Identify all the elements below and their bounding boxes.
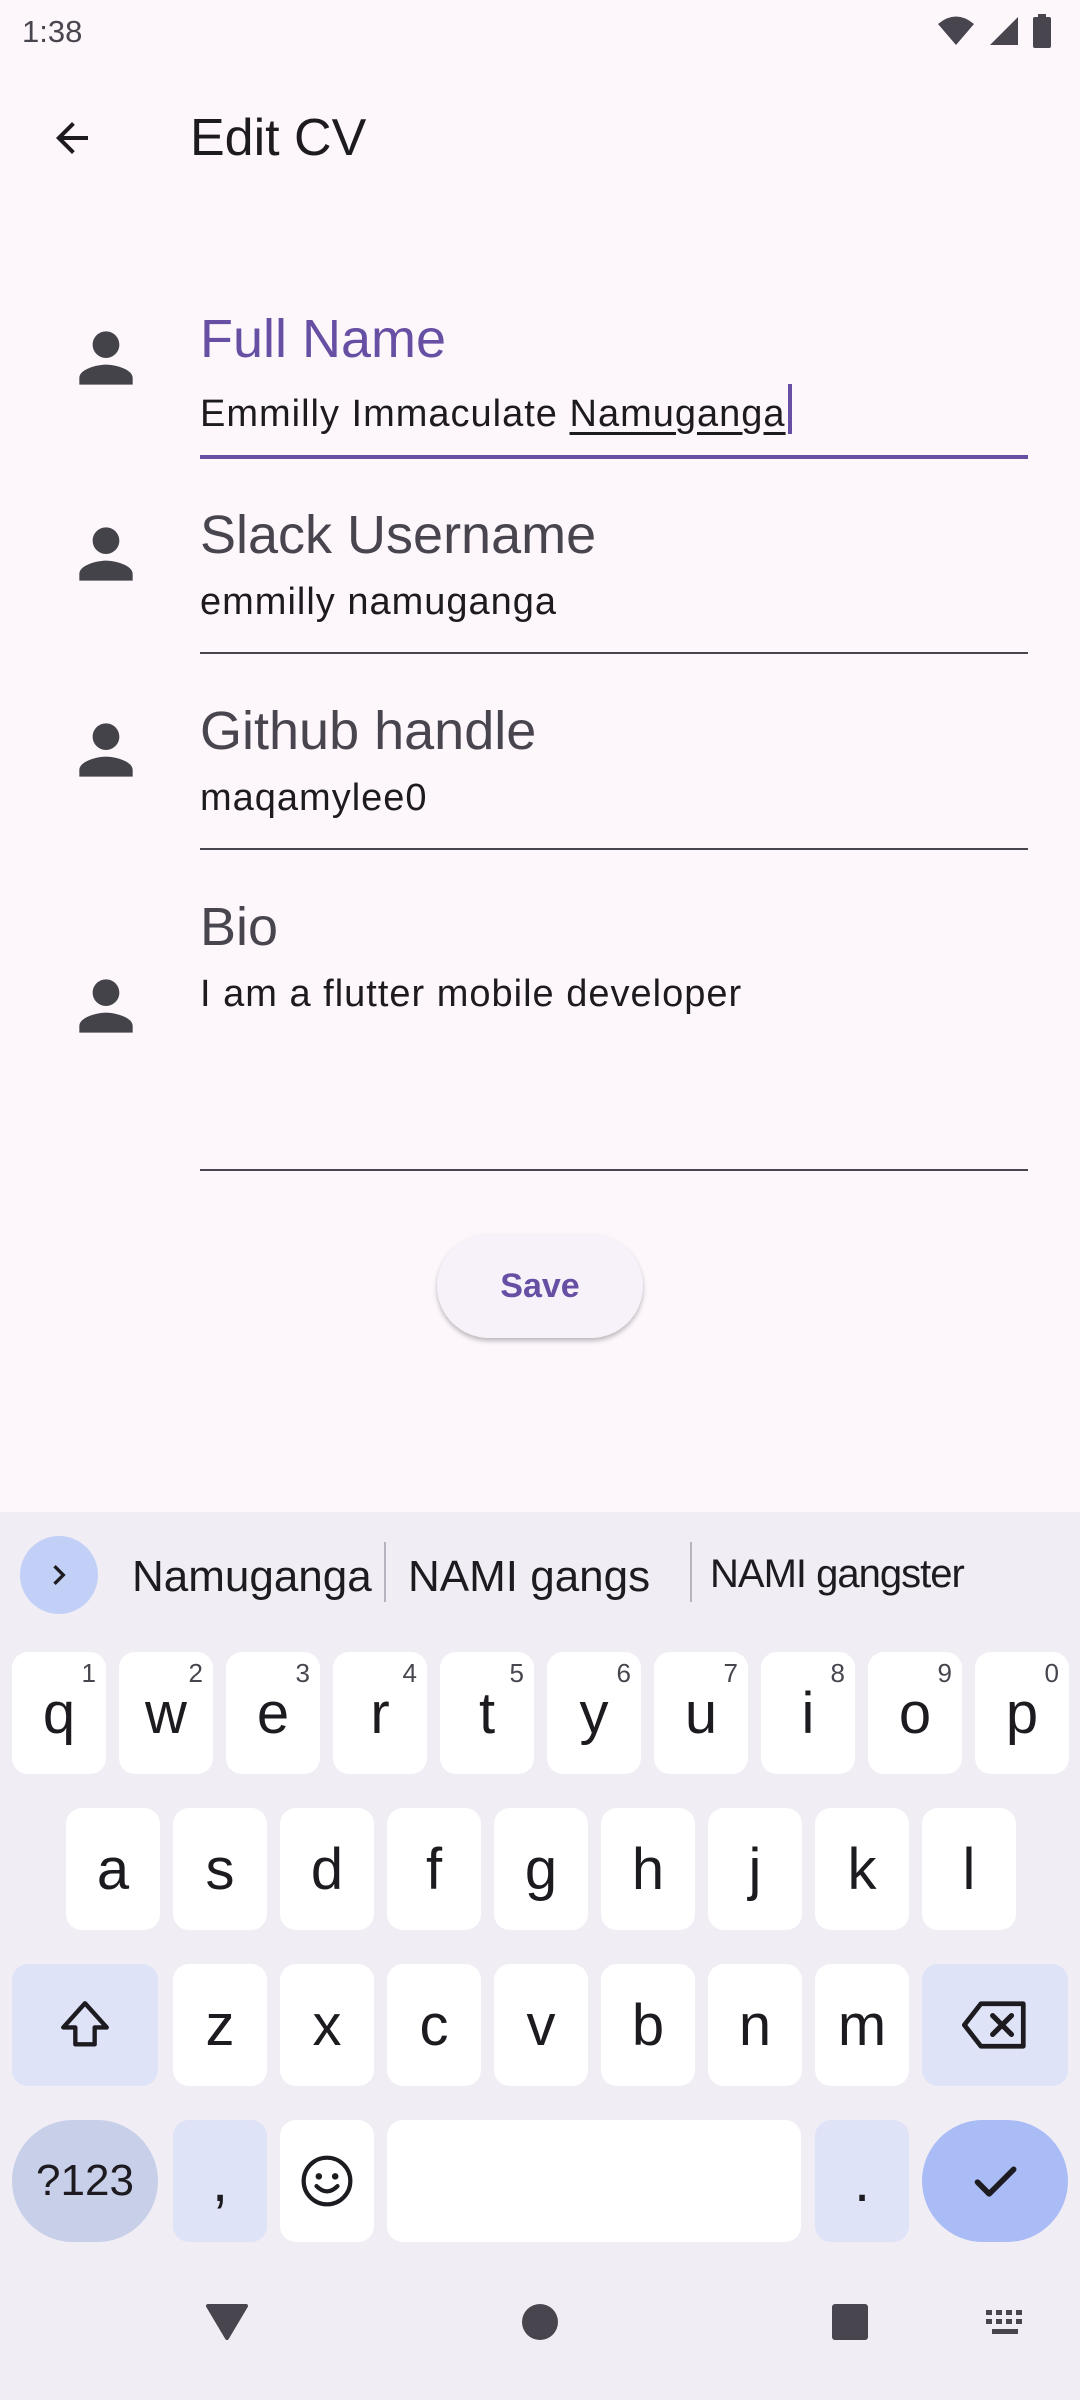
nav-home-icon[interactable]: [520, 2302, 560, 2342]
status-time: 1:38: [22, 14, 83, 49]
slack-username-label: Slack Username: [200, 505, 597, 565]
suggestion-2[interactable]: NAMI gangs: [408, 1552, 650, 1602]
key-u[interactable]: u7: [654, 1652, 748, 1774]
period-key[interactable]: .: [815, 2120, 909, 2242]
key-l[interactable]: l: [922, 1808, 1016, 1930]
back-arrow-icon: [56, 122, 88, 154]
key-o[interactable]: o9: [868, 1652, 962, 1774]
screen: 1:38 Edit CV Full Name Emmilly Immaculat…: [0, 0, 1080, 2400]
key-r[interactable]: r4: [333, 1652, 427, 1774]
github-handle-input[interactable]: maqamylee0: [200, 776, 1028, 822]
person-icon: [79, 527, 133, 581]
suggestion-1[interactable]: Namuganga: [132, 1552, 372, 1602]
key-k[interactable]: k: [815, 1808, 909, 1930]
key-f[interactable]: f: [387, 1808, 481, 1930]
github-handle-underline: [200, 848, 1028, 850]
backspace-key[interactable]: [922, 1964, 1068, 2086]
key-q[interactable]: q1: [12, 1652, 106, 1774]
suggestion-3[interactable]: NAMI gangster: [710, 1552, 965, 1597]
full-name-label: Full Name: [200, 309, 447, 369]
key-y[interactable]: y6: [547, 1652, 641, 1774]
space-key[interactable]: [387, 2120, 801, 2242]
key-w[interactable]: w2: [119, 1652, 213, 1774]
expand-toolbar-button[interactable]: [20, 1536, 98, 1614]
full-name-underline: [200, 455, 1028, 459]
person-icon: [79, 331, 133, 385]
emoji-icon: [301, 2155, 353, 2207]
signal-icon: [990, 17, 1018, 45]
bio-label: Bio: [200, 897, 279, 957]
key-x[interactable]: x: [280, 1964, 374, 2086]
battery-icon: [1033, 14, 1051, 48]
backspace-icon: [962, 2001, 1026, 2049]
emoji-key[interactable]: [280, 2120, 374, 2242]
check-icon: [974, 2166, 1017, 2197]
shift-icon: [61, 2001, 109, 2047]
comma-key[interactable]: ,: [173, 2120, 267, 2242]
slack-username-input[interactable]: emmilly namuganga: [200, 580, 1028, 626]
key-v[interactable]: v: [494, 1964, 588, 2086]
wifi-icon: [938, 16, 974, 45]
key-g[interactable]: g: [494, 1808, 588, 1930]
bio-input[interactable]: I am a flutter mobile developer: [200, 972, 1028, 1018]
key-b[interactable]: b: [601, 1964, 695, 2086]
key-t[interactable]: t5: [440, 1652, 534, 1774]
key-n[interactable]: n: [708, 1964, 802, 2086]
chevron-right-icon: [53, 1565, 66, 1585]
full-name-value-prefix: Emmilly Immaculate: [200, 393, 570, 435]
text-caret: [787, 384, 792, 434]
suggestion-divider: [384, 1542, 386, 1602]
github-handle-label: Github handle: [200, 701, 537, 761]
bio-underline: [200, 1169, 1028, 1171]
keyboard-switch-icon[interactable]: [984, 2308, 1030, 2338]
full-name-composing-text: Namuganga: [569, 393, 786, 435]
key-c[interactable]: c: [387, 1964, 481, 2086]
enter-key[interactable]: [922, 2120, 1068, 2242]
key-j[interactable]: j: [708, 1808, 802, 1930]
key-h[interactable]: h: [601, 1808, 695, 1930]
key-p[interactable]: p0: [975, 1652, 1069, 1774]
key-d[interactable]: d: [280, 1808, 374, 1930]
nav-back-icon[interactable]: [204, 2302, 250, 2342]
page-title: Edit CV: [190, 109, 367, 167]
suggestion-divider: [690, 1542, 692, 1602]
shift-key[interactable]: [12, 1964, 158, 2086]
symbols-key[interactable]: ?123: [12, 2120, 158, 2242]
person-icon: [79, 979, 133, 1033]
back-button[interactable]: [34, 100, 110, 176]
key-z[interactable]: z: [173, 1964, 267, 2086]
system-nav-bar: [0, 2260, 1080, 2400]
suggestion-bar: Namuganga NAMI gangs NAMI gangster: [0, 1512, 1080, 1632]
slack-username-underline: [200, 652, 1028, 654]
status-bar: 1:38: [0, 0, 1080, 64]
full-name-input[interactable]: Emmilly Immaculate Namuganga: [200, 384, 1028, 438]
status-icons: [936, 14, 1052, 48]
key-e[interactable]: e3: [226, 1652, 320, 1774]
save-button[interactable]: Save: [437, 1234, 643, 1338]
nav-recents-icon[interactable]: [830, 2302, 870, 2342]
key-a[interactable]: a: [66, 1808, 160, 1930]
person-icon: [79, 723, 133, 777]
app-bar: Edit CV: [0, 64, 1080, 208]
key-s[interactable]: s: [173, 1808, 267, 1930]
key-i[interactable]: i8: [761, 1652, 855, 1774]
key-m[interactable]: m: [815, 1964, 909, 2086]
